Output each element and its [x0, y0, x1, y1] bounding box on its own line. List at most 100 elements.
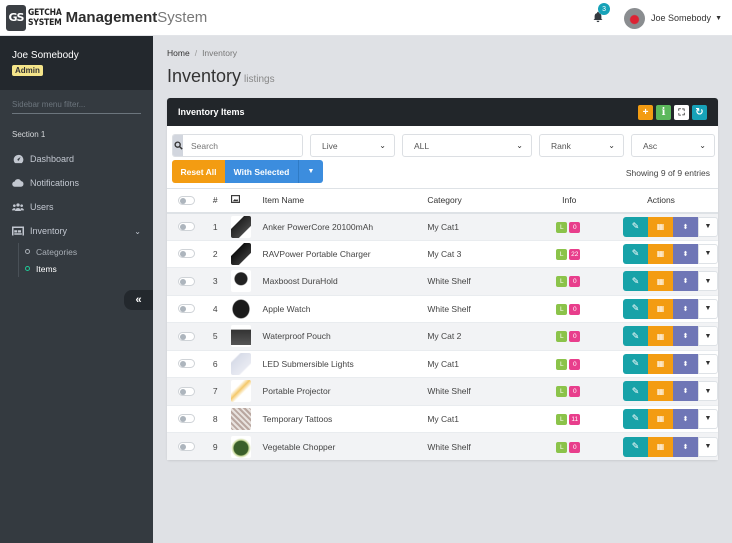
count-badge: 0 [569, 441, 581, 453]
filter-bar: Live ⌄ ALL ⌄ Rank ⌄ Asc ⌄ [172, 134, 715, 157]
sort-icon: ⬍ [682, 443, 689, 451]
item-thumbnail[interactable] [230, 215, 251, 238]
item-thumbnail[interactable] [230, 380, 251, 403]
user-menu[interactable]: Joe Somebody ▼ [624, 7, 722, 29]
row-actions-dropdown[interactable]: ▼ [698, 216, 718, 237]
sidebar-item-inventory[interactable]: Inventory ⌄ [0, 219, 153, 243]
fullscreen-button[interactable]: ⛶ [674, 104, 689, 120]
item-thumbnail[interactable] [230, 297, 251, 320]
item-thumbnail[interactable] [230, 242, 251, 265]
edit-button[interactable]: ✎ [623, 381, 648, 402]
sidebar-item-categories[interactable]: Categories [19, 243, 153, 260]
item-name[interactable]: Maxboost DuraHold [262, 267, 428, 295]
category-select[interactable]: ALL ⌄ [402, 134, 532, 157]
column-actions: Actions [604, 188, 718, 214]
sidebar-item-dashboard[interactable]: Dashboard [0, 147, 153, 171]
row-actions-dropdown[interactable]: ▼ [698, 243, 718, 264]
sort-button[interactable]: ⬍ [673, 298, 698, 319]
row-actions-dropdown[interactable]: ▼ [698, 436, 718, 457]
inventory-button[interactable]: ▦ [648, 408, 673, 429]
with-selected-dropdown[interactable]: ▼ [298, 160, 323, 183]
row-select-toggle[interactable] [178, 276, 195, 286]
item-name[interactable]: Temporary Tattoos [262, 404, 428, 433]
sort-button[interactable]: ⬍ [673, 381, 698, 402]
breadcrumb-home[interactable]: Home [167, 48, 190, 58]
select-all-toggle[interactable] [178, 195, 195, 205]
edit-button[interactable]: ✎ [623, 243, 648, 264]
edit-button[interactable]: ✎ [623, 298, 648, 319]
sidebar-item-notifications[interactable]: Notifications [0, 171, 153, 195]
row-select-toggle[interactable] [178, 222, 195, 231]
row-select-toggle[interactable] [178, 249, 195, 259]
card-title: Inventory Items [178, 107, 245, 117]
item-name[interactable]: Anker PowerCore 20100mAh [262, 212, 428, 240]
sort-button[interactable]: ⬍ [673, 216, 698, 237]
edit-button[interactable]: ✎ [623, 353, 648, 374]
info-button[interactable]: i [656, 104, 671, 120]
row-select-toggle[interactable] [178, 414, 195, 424]
item-thumbnail[interactable] [230, 435, 251, 458]
row-actions-dropdown[interactable]: ▼ [698, 271, 718, 292]
row-select-toggle[interactable] [178, 386, 195, 396]
sort-order-select[interactable]: Asc ⌄ [631, 134, 715, 157]
inventory-button[interactable]: ▦ [648, 353, 673, 374]
row-actions-dropdown[interactable]: ▼ [698, 408, 718, 429]
caret-down-icon: ▼ [704, 360, 712, 368]
sidebar-item-items[interactable]: Items [19, 260, 153, 277]
edit-button[interactable]: ✎ [623, 408, 648, 429]
inventory-button[interactable]: ▦ [648, 243, 673, 264]
search-button[interactable] [173, 135, 183, 156]
item-name[interactable]: Apple Watch [262, 294, 428, 323]
notifications-button[interactable]: 3 [592, 3, 611, 25]
row-actions-dropdown[interactable]: ▼ [698, 353, 718, 374]
live-badge: L [556, 413, 568, 425]
item-name[interactable]: LED Submersible Lights [262, 349, 428, 378]
row-select-toggle[interactable] [178, 359, 195, 369]
sort-by-select[interactable]: Rank ⌄ [539, 134, 624, 157]
item-thumbnail[interactable] [230, 352, 251, 375]
sidebar-item-users[interactable]: Users [0, 195, 153, 219]
edit-button[interactable]: ✎ [623, 216, 648, 237]
item-thumbnail[interactable] [230, 270, 251, 293]
sort-order-value: Asc [643, 140, 658, 151]
row-select-toggle[interactable] [178, 304, 195, 314]
item-thumbnail[interactable] [230, 407, 251, 430]
inventory-button[interactable]: ▦ [648, 381, 673, 402]
sort-button[interactable]: ⬍ [673, 436, 698, 457]
sort-button[interactable]: ⬍ [673, 243, 698, 264]
edit-button[interactable]: ✎ [623, 271, 648, 292]
item-name[interactable]: Vegetable Chopper [262, 432, 428, 460]
row-actions-dropdown[interactable]: ▼ [698, 326, 718, 347]
sort-button[interactable]: ⬍ [673, 326, 698, 347]
sort-button[interactable]: ⬍ [673, 408, 698, 429]
item-name[interactable]: RAVPower Portable Charger [262, 239, 428, 268]
row-actions-dropdown[interactable]: ▼ [698, 298, 718, 319]
item-thumbnail[interactable] [230, 325, 251, 348]
sort-icon: ⬍ [682, 305, 689, 313]
reset-all-button[interactable]: Reset All [172, 160, 225, 183]
inventory-button[interactable]: ▦ [648, 436, 673, 457]
status-select[interactable]: Live ⌄ [310, 134, 395, 157]
table-row: 1 Anker PowerCore 20100mAh My Cat1 L0 ✎ … [167, 212, 718, 240]
add-button[interactable]: + [638, 104, 653, 120]
sort-button[interactable]: ⬍ [673, 353, 698, 374]
edit-button[interactable]: ✎ [623, 436, 648, 457]
inventory-button[interactable]: ▦ [648, 216, 673, 237]
item-name[interactable]: Waterproof Pouch [262, 322, 428, 350]
sidebar-collapse-button[interactable]: « [124, 290, 153, 310]
row-actions-dropdown[interactable]: ▼ [698, 381, 718, 402]
row-select-toggle[interactable] [178, 331, 195, 341]
search-input[interactable] [183, 135, 302, 156]
inventory-button[interactable]: ▦ [648, 298, 673, 319]
edit-button[interactable]: ✎ [623, 326, 648, 347]
refresh-button[interactable]: ↻ [692, 104, 707, 120]
sidebar-filter-input[interactable]: Sidebar menu filter... [12, 96, 141, 114]
inventory-button[interactable]: ▦ [648, 271, 673, 292]
with-selected-button[interactable]: With Selected [225, 160, 298, 183]
logo[interactable]: GS GETCHA SYSTEM ManagementSystem [6, 4, 207, 31]
row-select-toggle[interactable] [178, 442, 195, 451]
inventory-button[interactable]: ▦ [648, 326, 673, 347]
item-name[interactable]: Portable Projector [262, 377, 428, 405]
sort-button[interactable]: ⬍ [673, 271, 698, 292]
edit-icon: ✎ [631, 413, 640, 424]
